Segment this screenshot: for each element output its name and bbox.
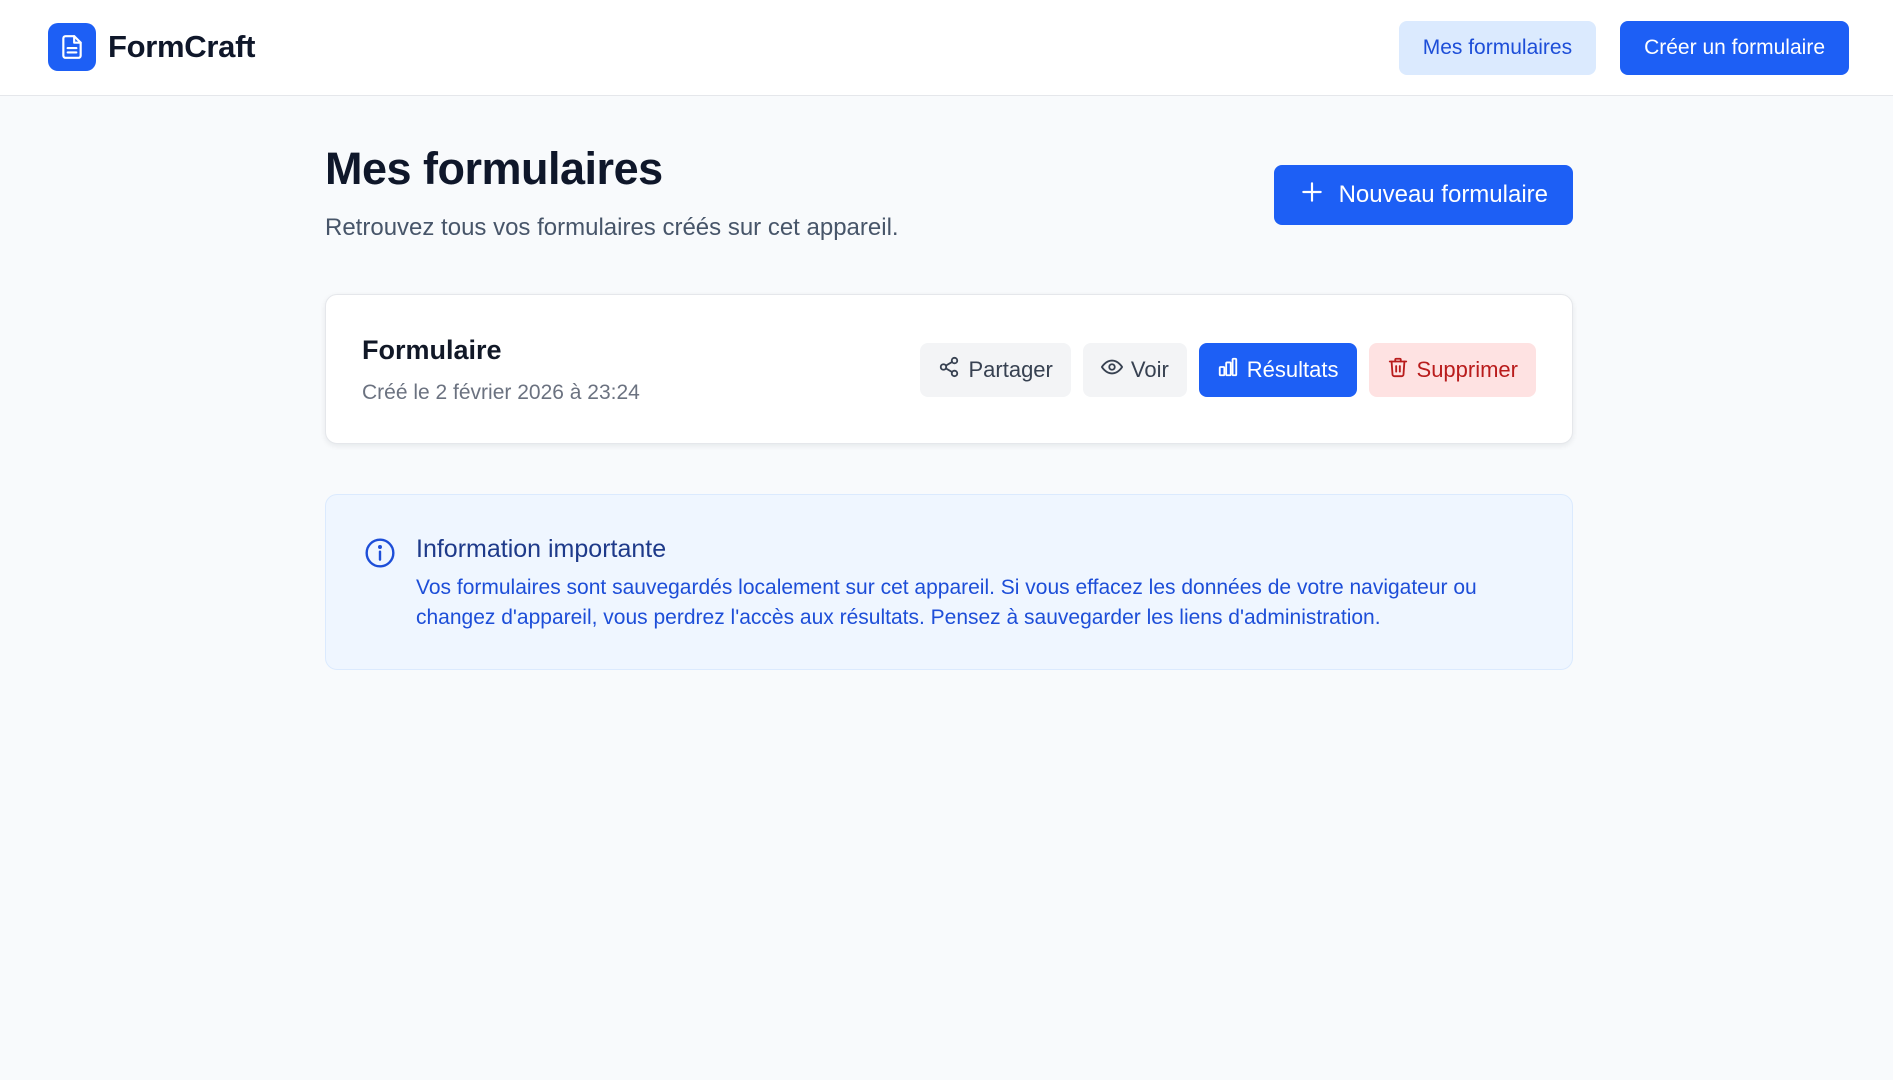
info-icon (364, 537, 396, 574)
page-subtitle: Retrouvez tous vos formulaires créés sur… (325, 214, 899, 241)
info-box: Information importante Vos formulaires s… (325, 494, 1573, 670)
share-icon (938, 356, 960, 384)
page-title: Mes formulaires (325, 143, 663, 194)
brand-name: FormCraft (108, 29, 256, 64)
view-button-label: Voir (1130, 357, 1169, 382)
form-card: Formulaire Créé le 2 février 2026 à 23:2… (325, 294, 1573, 444)
results-button[interactable]: Résultats (1198, 343, 1357, 397)
results-button-label: Résultats (1246, 357, 1339, 382)
delete-button[interactable]: Supprimer (1368, 343, 1536, 397)
eye-icon (1100, 356, 1123, 384)
form-actions: Partager Voir Résultats Supprimer (920, 343, 1536, 397)
bar-chart-icon (1217, 356, 1239, 384)
my-forms-nav-button[interactable]: Mes formulaires (1398, 21, 1597, 75)
create-form-nav-button[interactable]: Créer un formulaire (1620, 21, 1849, 75)
info-text: Vos formulaires sont sauvegardés localem… (416, 576, 1477, 629)
document-icon (48, 23, 96, 71)
new-form-button-label: Nouveau formulaire (1338, 181, 1548, 208)
main-content: Mes formulaires Retrouvez tous vos formu… (325, 96, 1573, 670)
top-header: FormCraft Mes formulaires Créer un formu… (0, 0, 1893, 96)
view-button[interactable]: Voir (1082, 343, 1187, 397)
delete-button-label: Supprimer (1416, 357, 1518, 382)
form-name: Formulaire (362, 335, 502, 365)
share-button-label: Partager (968, 357, 1053, 382)
form-created-date: Créé le 2 février 2026 à 23:24 (362, 381, 640, 404)
page-header: Mes formulaires Retrouvez tous vos formu… (325, 96, 1573, 296)
plus-icon (1299, 179, 1325, 212)
share-button[interactable]: Partager (920, 343, 1071, 397)
brand[interactable]: FormCraft (48, 23, 255, 71)
info-title: Information importante (416, 535, 667, 563)
new-form-button[interactable]: Nouveau formulaire (1273, 165, 1573, 225)
trash-icon (1387, 356, 1409, 384)
header-nav: Mes formulaires Créer un formulaire (1398, 21, 1849, 75)
